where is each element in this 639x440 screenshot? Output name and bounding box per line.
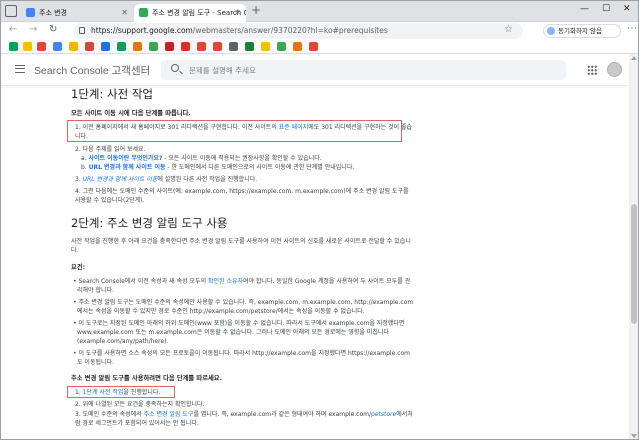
bookmark-icon[interactable]: [197, 42, 206, 51]
bookmark-icon[interactable]: [213, 42, 222, 51]
bookmark-icon[interactable]: [309, 42, 318, 51]
bookmark-icon[interactable]: [229, 42, 238, 51]
requirement-item: • 주소 변경 알림 도구는 도메인 수준의 속성에만 사용할 수 있습니다. …: [73, 299, 414, 315]
bookmark-icon[interactable]: [181, 42, 190, 51]
bookmark-icon[interactable]: [277, 42, 286, 51]
browser-toolbar: ← → ↻ https://support.google.com/webmast…: [1, 22, 638, 40]
requirement-item: • Search Console에서 이전 속성과 새 속성 모두의 확인된 소…: [73, 278, 411, 294]
requirements-label: 요건:: [71, 264, 86, 271]
requirement-item: • 이 도구로는 지정된 도메인 아래의 하위 도메인(www 포함)을 이동할…: [73, 320, 405, 345]
account-avatar[interactable]: [607, 62, 622, 77]
article: 1단계: 사전 작업 모든 사이트 이동 시에 다음 단계를 따릅니다. 1. …: [67, 84, 414, 428]
close-window-icon[interactable]: ✕: [623, 4, 631, 14]
bookmark-icon[interactable]: [165, 42, 174, 51]
more-menu-icon[interactable]: ⋯: [627, 23, 637, 34]
search-placeholder: 문제를 설명해 주세요: [189, 66, 256, 75]
menu-icon[interactable]: [15, 65, 25, 73]
scroll-thumb[interactable]: [631, 204, 637, 324]
url-change-link[interactable]: URL 변경과 함께 사이트 이동: [89, 164, 166, 171]
profile-avatar-icon: [547, 27, 555, 35]
bookmark-icon[interactable]: [293, 42, 302, 51]
step2-intro: 사전 작업을 진행한 후 아래 요건을 충족한다면 주소 변경 알림 도구를 사…: [71, 238, 411, 254]
forward-icon[interactable]: →: [29, 24, 37, 35]
step1-item-1: 1. 이전 홈페이지에서 새 홈페이지로 301 리디렉션을 구현합니다. 이전…: [75, 124, 413, 140]
search-icon: [171, 64, 179, 72]
step1-subitem-b: b. URL 변경과 함께 사이트 이동 - 한 도메인에서 다른 도메인으로의…: [81, 164, 355, 171]
url-text: https://support.google.com/webmasters/an…: [91, 26, 388, 35]
change-of-address-tool-link[interactable]: 주소 변경 알림 도구: [144, 411, 194, 418]
step2-heading: 2단계: 주소 변경 알림 도구 사용: [71, 216, 228, 230]
google-g-favicon-icon: [139, 8, 148, 17]
url-change-link[interactable]: URL 변경과 함께 사이트 이동: [83, 176, 158, 183]
requirement-item: • 이 도구를 사용하면 소스 속성의 모든 프로토콜이 이동됩니다. 따라서 …: [73, 350, 411, 366]
browser-window: 주소 변경 ✕ 주소 변경 알림 도구 - Search Co ✕ + — ☐ …: [0, 0, 639, 440]
bookmark-icon[interactable]: [117, 42, 126, 51]
step1-item-4: 4. 그런 다음에는 도메인 수준의 사이트(예: example.com, h…: [75, 188, 409, 204]
tab-title: 주소 변경: [39, 9, 67, 17]
app-header: Search Console 고객센터 문제를 설명해 주세요: [1, 54, 629, 86]
site-move-link[interactable]: 사이트 이동이란 무엇인가요?: [89, 155, 163, 162]
new-tab-icon[interactable]: +: [251, 3, 261, 17]
tab-actions-icon[interactable]: [5, 5, 17, 17]
tab-inactive[interactable]: 주소 변경 ✕: [21, 4, 133, 22]
bookmark-star-icon[interactable]: ☆: [504, 24, 513, 35]
bookmark-icon[interactable]: [53, 42, 62, 51]
bookmark-icon[interactable]: [133, 42, 142, 51]
help-search-input[interactable]: 문제를 설명해 주세요: [161, 60, 566, 80]
bookmark-icon[interactable]: [69, 42, 78, 51]
address-bar[interactable]: https://support.google.com/webmasters/an…: [73, 23, 523, 39]
use-step-2: 2. 위에 나열된 모든 요건을 충족하는지 확인합니다.: [75, 401, 205, 408]
minimize-icon[interactable]: —: [580, 4, 589, 14]
use-step-1: 1. 1단계 사전 작업을 진행합니다.: [75, 389, 161, 396]
step1-item-2: 2. 다음 주제를 읽어 보세요.: [75, 146, 146, 153]
sync-button[interactable]: 동기화하지 않음: [543, 24, 621, 38]
bookmark-icon[interactable]: [37, 42, 46, 51]
use-steps-label: 주소 변경 알림 도구를 사용하려면 다음 단계를 따르세요.: [71, 375, 222, 382]
step1-heading: 1단계: 사전 작업: [71, 87, 153, 101]
bookmark-icon[interactable]: [101, 42, 110, 51]
scroll-down-icon[interactable]: [631, 434, 637, 438]
step1-link[interactable]: 1단계 사전 작업: [83, 389, 124, 396]
close-tab-icon[interactable]: ✕: [121, 4, 128, 22]
step1-item-3: 3. URL 변경과 함께 사이트 이동에 설명된 다른 사전 작업을 진행합니…: [75, 176, 258, 183]
scroll-up-icon[interactable]: [631, 56, 637, 60]
page-scrollbar[interactable]: [629, 54, 638, 439]
bookmarks-bar: [1, 40, 638, 54]
step1-intro: 모든 사이트 이동 시에 다음 단계를 따릅니다.: [71, 110, 191, 117]
verified-owner-link[interactable]: 확인된 소유자: [208, 278, 243, 285]
bookmark-icon[interactable]: [23, 42, 32, 51]
tab-active[interactable]: 주소 변경 알림 도구 - Search Co ✕: [134, 4, 246, 22]
bookmark-icon[interactable]: [261, 42, 270, 51]
apps-grid-icon[interactable]: [587, 65, 597, 75]
tab-title: 주소 변경 알림 도구 - Search Co: [152, 9, 246, 17]
maximize-icon[interactable]: ☐: [602, 4, 610, 14]
bookmark-icon[interactable]: [85, 42, 94, 51]
back-icon[interactable]: ←: [9, 24, 17, 35]
bookmark-icon[interactable]: [245, 42, 254, 51]
requirements-list: • Search Console에서 이전 속성과 새 속성 모두의 확인된 소…: [71, 277, 414, 367]
tab-strip: 주소 변경 ✕ 주소 변경 알림 도구 - Search Co ✕ + — ☐ …: [1, 1, 638, 22]
step1-subitem-a: a. 사이트 이동이란 무엇인가요? - 모든 사이트 이동에 적용되는 권장사…: [81, 155, 322, 162]
page-content: Search Console 고객센터 문제를 설명해 주세요 1단계: 사전 …: [1, 54, 629, 439]
canonical-link[interactable]: 표준 페이지: [279, 124, 309, 131]
close-tab-icon[interactable]: ✕: [234, 4, 241, 22]
bookmark-sheets-icon[interactable]: [9, 42, 18, 51]
lock-icon: [79, 27, 85, 34]
app-title[interactable]: Search Console 고객센터: [34, 63, 150, 78]
reload-icon[interactable]: ↻: [49, 24, 57, 35]
use-step-3: 3. 도메인 수준의 속성에서 주소 변경 알림 도구를 엽니다. 즉, exa…: [75, 411, 413, 427]
google-favicon-icon: [26, 8, 35, 17]
bookmark-icon[interactable]: [149, 42, 158, 51]
